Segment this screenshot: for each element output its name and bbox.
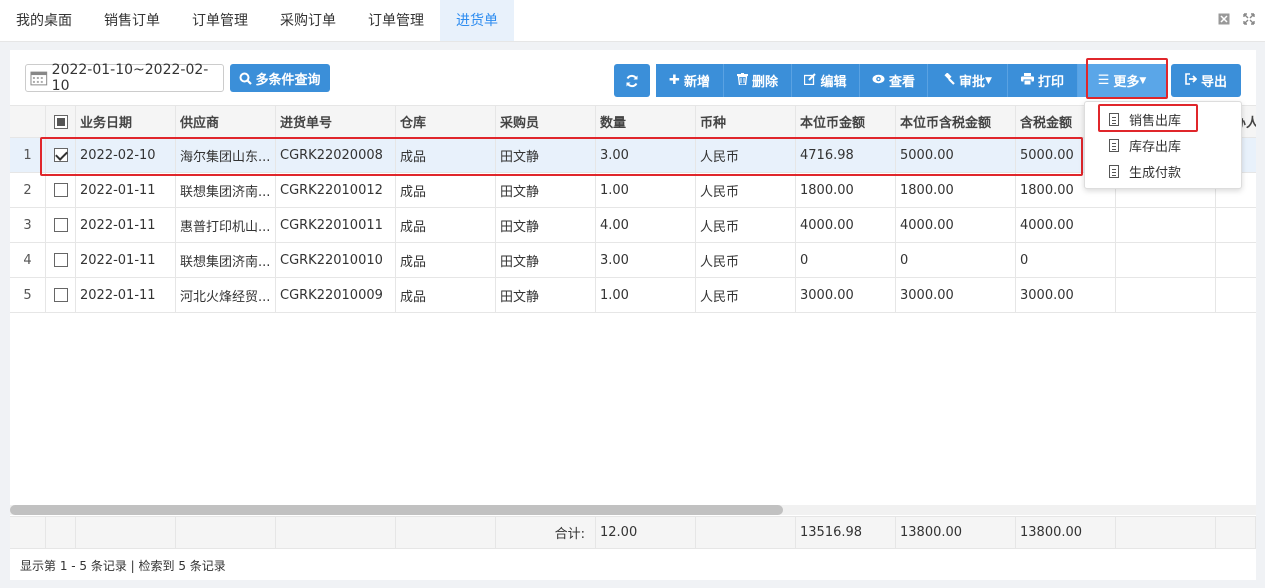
row-checkbox[interactable]: [53, 148, 68, 162]
row-checkbox[interactable]: [53, 218, 68, 232]
col-header-base-amount[interactable]: 本位币金额: [796, 106, 896, 137]
document-icon: [1109, 112, 1119, 126]
close-tabs-icon[interactable]: [1217, 13, 1231, 27]
table-row[interactable]: 4 2022-01-11 联想集团济南... CGRK22010010 成品 田…: [10, 243, 1256, 278]
add-button[interactable]: ✚ 新增: [656, 64, 724, 97]
table-row[interactable]: 5 2022-01-11 河北火烽经贸... CGRK22010009 成品 田…: [10, 278, 1256, 313]
caret-down-icon: ▼: [1139, 75, 1147, 86]
summary-qty: 12.00: [596, 517, 696, 548]
refresh-icon: [626, 74, 638, 87]
caret-down-icon: ▼: [985, 75, 992, 86]
col-header-buyer[interactable]: 采购员: [496, 106, 596, 137]
col-header-currency[interactable]: 币种: [696, 106, 796, 137]
summary-label: 合计:: [496, 517, 596, 548]
tab-desktop[interactable]: 我的桌面: [0, 0, 88, 41]
menu-item-generate-payment[interactable]: 生成付款: [1085, 158, 1241, 184]
row-checkbox[interactable]: [53, 288, 68, 302]
col-header-qty[interactable]: 数量: [596, 106, 696, 137]
document-icon: [1109, 138, 1119, 152]
view-button[interactable]: 查看: [860, 64, 928, 97]
delete-button[interactable]: 删除: [724, 64, 792, 97]
summary-base-tax-amount: 13800.00: [896, 517, 1016, 548]
fullscreen-icon[interactable]: [1242, 13, 1256, 27]
document-icon: [1109, 164, 1119, 178]
eye-icon: [872, 73, 885, 88]
horizontal-scrollbar[interactable]: [10, 505, 1256, 515]
table-row[interactable]: 1 2022-02-10 海尔集团山东... CGRK22020008 成品 田…: [10, 138, 1256, 173]
pagination-info: 显示第 1 - 5 条记录 | 检索到 5 条记录: [20, 559, 226, 573]
tab-order-mgmt-2[interactable]: 订单管理: [352, 0, 440, 41]
table-row[interactable]: 3 2022-01-11 惠普打印机山... CGRK22010011 成品 田…: [10, 208, 1256, 243]
more-dropdown-button[interactable]: ☰ 更多 ▼: [1078, 64, 1166, 97]
plus-icon: ✚: [669, 73, 680, 88]
menu-item-sales-outbound[interactable]: 销售出库: [1085, 106, 1241, 132]
action-button-group: ✚ 新增 删除 编辑 查看 审批 ▼ 打印 ☰ 更多 ▼: [656, 64, 1167, 97]
tab-sales-order[interactable]: 销售订单: [88, 0, 176, 41]
summary-tax-amount: 13800.00: [1016, 517, 1116, 548]
col-header-base-tax-amount[interactable]: 本位币含税金额: [896, 106, 1016, 137]
refresh-button[interactable]: [614, 64, 650, 97]
scrollbar-thumb[interactable]: [10, 505, 783, 515]
gavel-icon: [943, 71, 955, 89]
edit-button[interactable]: 编辑: [792, 64, 860, 97]
col-header-receipt-no[interactable]: 进货单号: [276, 106, 396, 137]
row-checkbox[interactable]: [53, 183, 68, 197]
summary-row: 合计: 12.00 13516.98 13800.00 13800.00: [10, 516, 1256, 549]
select-all-checkbox[interactable]: [53, 114, 68, 129]
table-header: 业务日期 供应商 进货单号 仓库 采购员 数量 币种 本位币金额 本位币含税金额…: [10, 105, 1256, 138]
date-range-input[interactable]: 2022-01-10~2022-02-10: [25, 62, 224, 94]
trash-icon: [736, 72, 748, 89]
print-icon: [1020, 72, 1034, 89]
export-button[interactable]: 导出: [1171, 64, 1241, 97]
more-dropdown-menu: 销售出库 库存出库 生成付款: [1084, 101, 1242, 189]
tab-purchase-order[interactable]: 采购订单: [264, 0, 352, 41]
row-checkbox[interactable]: [53, 253, 68, 267]
tab-bar: 我的桌面 销售订单 订单管理 采购订单 订单管理 进货单: [0, 0, 1265, 42]
tab-purchase-receipt[interactable]: 进货单: [440, 0, 514, 41]
calendar-icon: [30, 71, 48, 86]
col-header-supplier[interactable]: 供应商: [176, 106, 276, 137]
main-panel: 2022-01-10~2022-02-10 多条件查询 ✚ 新增 删除 编辑 查看…: [10, 50, 1256, 580]
menu-icon: ☰: [1097, 73, 1110, 88]
menu-item-stock-outbound[interactable]: 库存出库: [1085, 132, 1241, 158]
table-row[interactable]: 2 2022-01-11 联想集团济南... CGRK22010012 成品 田…: [10, 173, 1256, 208]
approve-dropdown-button[interactable]: 审批 ▼: [928, 64, 1008, 97]
tab-order-mgmt[interactable]: 订单管理: [176, 0, 264, 41]
col-header-warehouse[interactable]: 仓库: [396, 106, 496, 137]
date-range-value: 2022-01-10~2022-02-10: [51, 62, 209, 94]
sign-out-icon: [1185, 72, 1198, 89]
summary-base-amount: 13516.98: [796, 517, 896, 548]
print-button[interactable]: 打印: [1008, 64, 1078, 97]
advanced-query-button[interactable]: 多条件查询: [230, 64, 330, 92]
col-header-date[interactable]: 业务日期: [76, 106, 176, 137]
edit-icon: [804, 72, 817, 89]
search-icon: [239, 72, 253, 85]
